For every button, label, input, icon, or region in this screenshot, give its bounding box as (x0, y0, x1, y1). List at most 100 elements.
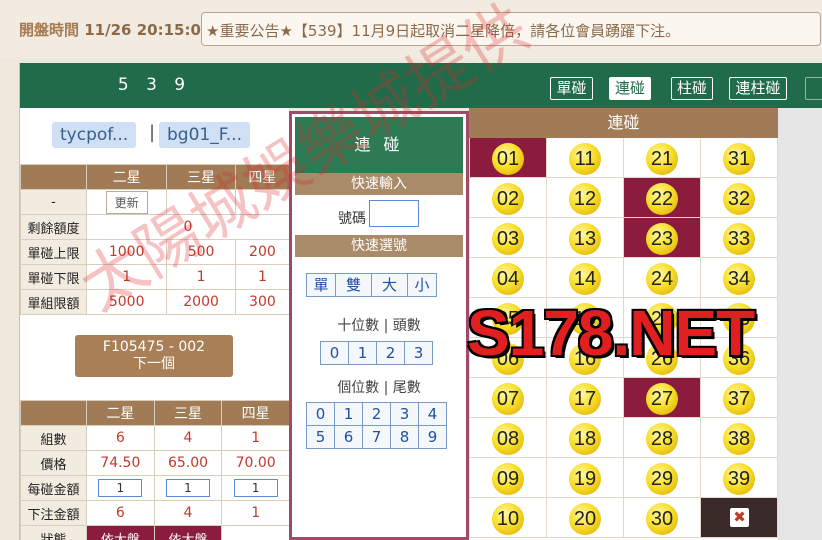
number-cell[interactable]: 29 (624, 458, 701, 498)
next-order-button[interactable]: F105475 - 002 下一個 (75, 335, 233, 377)
number-ball[interactable]: 39 (723, 463, 755, 495)
row-label: 下注金額 (20, 500, 87, 526)
amount-input[interactable]: 1 (165, 479, 210, 497)
number-cell[interactable]: 32 (701, 178, 778, 218)
number-ball[interactable]: 29 (646, 463, 678, 495)
number-ball[interactable]: 23 (646, 223, 678, 255)
tab-single[interactable]: 單碰 (550, 77, 593, 100)
ones-button[interactable]: 4 (418, 402, 447, 426)
even-button[interactable]: 雙 (335, 273, 372, 297)
amount-input[interactable]: 1 (98, 479, 143, 497)
number-cell[interactable]: 38 (701, 418, 778, 458)
number-ball[interactable]: 11 (569, 143, 601, 175)
number-cell[interactable]: 33 (701, 218, 778, 258)
number-ball[interactable]: 30 (646, 503, 678, 535)
ones-button[interactable]: 0 (306, 402, 335, 426)
close-icon[interactable]: ✖ (730, 508, 749, 527)
fast-pick-header: 快速選號 (295, 235, 463, 257)
tab-consecutive-column[interactable]: 連柱碰 (729, 77, 787, 100)
number-cell[interactable]: 14 (547, 258, 624, 298)
number-cell[interactable]: 23 (624, 218, 701, 258)
ones-button[interactable]: 3 (390, 402, 419, 426)
number-cell[interactable]: 07 (470, 378, 547, 418)
number-ball[interactable]: 20 (569, 503, 601, 535)
tab-consecutive[interactable]: 連碰 (609, 77, 651, 100)
number-cell[interactable]: 21 (624, 138, 701, 178)
number-ball[interactable]: 07 (492, 383, 524, 415)
number-cell[interactable]: 02 (470, 178, 547, 218)
number-cell[interactable]: 30 (624, 498, 701, 538)
tens-button[interactable]: 0 (320, 341, 349, 365)
ones-button[interactable]: 1 (334, 402, 363, 426)
number-ball[interactable]: 03 (492, 223, 524, 255)
number-cell[interactable]: 19 (547, 458, 624, 498)
number-ball[interactable]: 33 (723, 223, 755, 255)
user-account-1[interactable]: tycpof... (52, 122, 137, 148)
number-ball[interactable]: 10 (492, 503, 524, 535)
number-ball[interactable]: 38 (723, 423, 755, 455)
number-ball[interactable]: 34 (723, 263, 755, 295)
number-cell[interactable]: 27 (624, 378, 701, 418)
number-ball[interactable]: 31 (723, 143, 755, 175)
number-ball[interactable]: 08 (492, 423, 524, 455)
number-ball[interactable]: 22 (646, 183, 678, 215)
tens-button[interactable]: 2 (376, 341, 405, 365)
number-cell[interactable]: 28 (624, 418, 701, 458)
number-cell[interactable]: 39 (701, 458, 778, 498)
quick-pick-panel: 連 碰 快速輸入 號碼 快速選號 單 雙 大 小 十位數 | 頭數 0 1 2 … (289, 111, 469, 540)
number-ball[interactable]: 12 (569, 183, 601, 215)
amount-input[interactable]: 1 (233, 479, 278, 497)
number-cell[interactable]: 17 (547, 378, 624, 418)
number-cell[interactable]: 24 (624, 258, 701, 298)
number-ball[interactable]: 19 (569, 463, 601, 495)
number-cell[interactable]: 31 (701, 138, 778, 178)
ones-button[interactable]: 5 (306, 425, 335, 449)
number-cell[interactable]: 20 (547, 498, 624, 538)
ones-button[interactable]: 8 (390, 425, 419, 449)
number-ball[interactable]: 04 (492, 263, 524, 295)
ones-button[interactable]: 2 (362, 402, 391, 426)
number-cell[interactable]: 08 (470, 418, 547, 458)
quick-title: 連 碰 (295, 117, 463, 173)
number-ball[interactable]: 02 (492, 183, 524, 215)
refresh-button[interactable]: 更新 (105, 190, 148, 214)
number-cell[interactable]: 11 (547, 138, 624, 178)
bet-header: 四星 (221, 400, 290, 426)
number-ball[interactable]: 27 (646, 383, 678, 415)
tab-column[interactable]: 柱碰 (671, 77, 713, 100)
user-account-2[interactable]: bg01_F... (159, 122, 250, 148)
number-cell[interactable]: 01 (470, 138, 547, 178)
number-ball[interactable]: 37 (723, 383, 755, 415)
number-cell[interactable]: 22 (624, 178, 701, 218)
small-button[interactable]: 小 (407, 273, 437, 297)
big-button[interactable]: 大 (371, 273, 408, 297)
number-cell[interactable]: 10 (470, 498, 547, 538)
number-cell[interactable]: 09 (470, 458, 547, 498)
number-ball[interactable]: 13 (569, 223, 601, 255)
ones-button[interactable]: 7 (362, 425, 391, 449)
number-ball[interactable]: 18 (569, 423, 601, 455)
number-ball[interactable]: 24 (646, 263, 678, 295)
number-cell[interactable]: 34 (701, 258, 778, 298)
tab-more[interactable] (805, 77, 822, 100)
number-cell[interactable]: 37 (701, 378, 778, 418)
odd-button[interactable]: 單 (306, 273, 336, 297)
tens-button[interactable]: 1 (348, 341, 377, 365)
number-ball[interactable]: 28 (646, 423, 678, 455)
tens-button[interactable]: 3 (404, 341, 433, 365)
number-ball[interactable]: 01 (492, 143, 524, 175)
ones-button[interactable]: 6 (334, 425, 363, 449)
number-ball[interactable]: 09 (492, 463, 524, 495)
number-cell[interactable]: 18 (547, 418, 624, 458)
number-cell[interactable]: 04 (470, 258, 547, 298)
number-cell[interactable]: 12 (547, 178, 624, 218)
number-ball[interactable]: 21 (646, 143, 678, 175)
number-ball[interactable]: 32 (723, 183, 755, 215)
number-cell[interactable]: 13 (547, 218, 624, 258)
ones-button[interactable]: 9 (418, 425, 447, 449)
brand-logo: S178.NET (467, 297, 755, 369)
number-input[interactable] (369, 200, 419, 227)
number-ball[interactable]: 17 (569, 383, 601, 415)
number-cell[interactable]: 03 (470, 218, 547, 258)
number-ball[interactable]: 14 (569, 263, 601, 295)
